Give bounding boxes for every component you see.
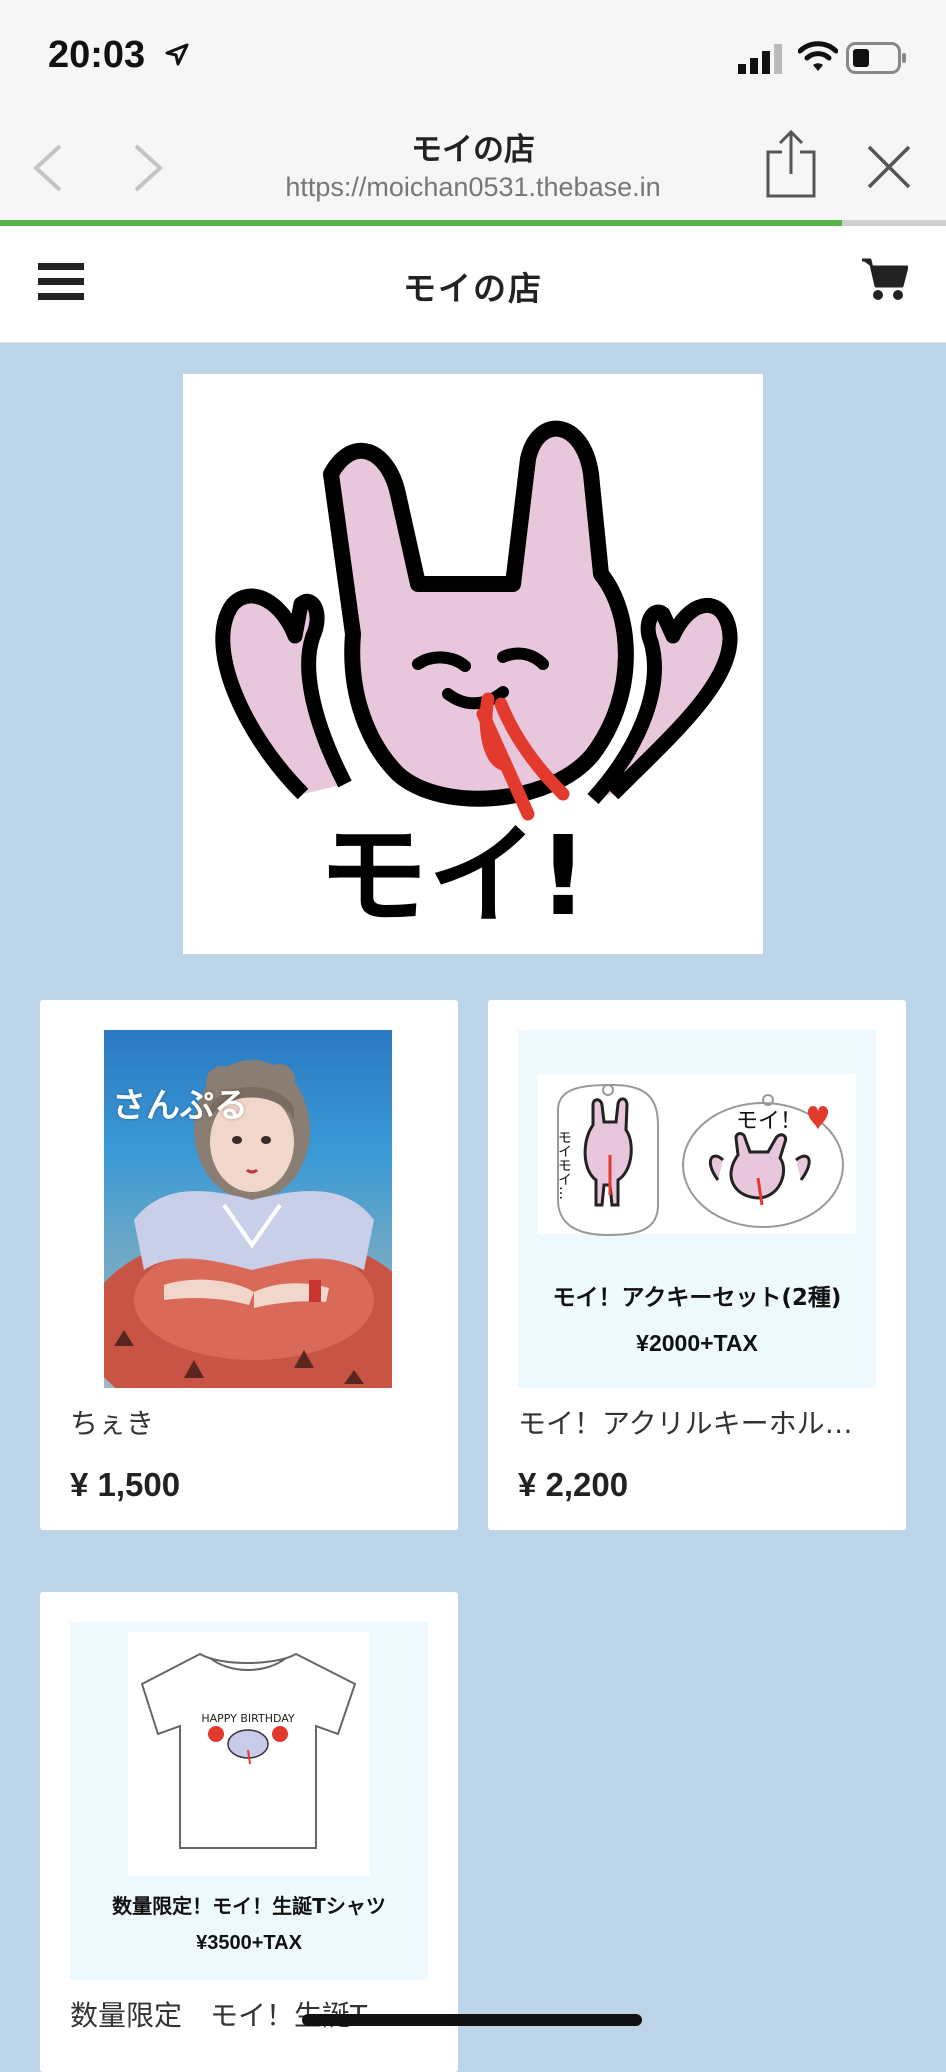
cellular-signal-icon [738, 44, 782, 74]
tshirt-caption-title: 数量限定！モイ！生誕Tシャツ [112, 1894, 386, 1918]
product-card-acrylic-keyholder[interactable]: モイモイ… モイ！ モイ！アクキーセット(2種) ¥2000+TAX モイ！アク… [488, 1000, 906, 1530]
product-image-cheki[interactable]: さんぷる [104, 1030, 392, 1388]
product-price: ¥ 2,200 [518, 1466, 629, 1503]
home-indicator [302, 2014, 642, 2026]
sticker-text-left: モイモイ… [556, 1130, 572, 1200]
sticker-text-right: モイ！ [736, 1109, 802, 1134]
tshirt-illustration: HAPPY BIRTHDAY [128, 1632, 370, 1876]
close-icon[interactable] [866, 144, 912, 190]
tshirt-print-text: HAPPY BIRTHDAY [201, 1712, 295, 1725]
wifi-icon [798, 41, 838, 71]
tshirt-caption-price: ¥3500+TAX [196, 1932, 302, 1954]
product-price: ¥ 1,500 [70, 1466, 181, 1503]
product-card-cheki[interactable]: さんぷる ちぇき ¥ 1,500 [40, 1000, 458, 1530]
browser-chrome: 20:03 モイの店 https://moichan0531.thebase.i… [0, 0, 946, 222]
hero-logo-text: モイ! [318, 812, 588, 940]
battery-icon [846, 42, 906, 74]
moi-rabbit-logo: モイ! [215, 420, 738, 940]
keyholder-caption-title: モイ！アクキーセット(2種) [552, 1285, 842, 1311]
shop-hero-logo: モイ! [183, 374, 763, 954]
product-image-acrylic-keyholder[interactable]: モイモイ… モイ！ モイ！アクキーセット(2種) ¥2000+TAX [518, 1030, 876, 1388]
product-name[interactable]: ちぇき [70, 1402, 430, 1442]
product-card-birthday-tshirt[interactable]: HAPPY BIRTHDAY 数量限定！モイ！生誕Tシャツ ¥3500+TAX … [40, 1592, 458, 2072]
share-icon[interactable] [764, 128, 818, 200]
keyholder-caption-price: ¥2000+TAX [636, 1330, 758, 1356]
store-header: モイの店 [0, 226, 946, 343]
cart-icon[interactable] [860, 256, 908, 302]
product-name[interactable]: モイ！アクリルキーホルダー [518, 1402, 878, 1442]
product-image-birthday-tshirt[interactable]: HAPPY BIRTHDAY 数量限定！モイ！生誕Tシャツ ¥3500+TAX [70, 1622, 428, 1980]
status-time: 20:03 [48, 34, 146, 76]
location-arrow-icon [165, 43, 189, 66]
store-title[interactable]: モイの店 [0, 262, 946, 310]
sample-label: さんぷる [112, 1086, 248, 1126]
